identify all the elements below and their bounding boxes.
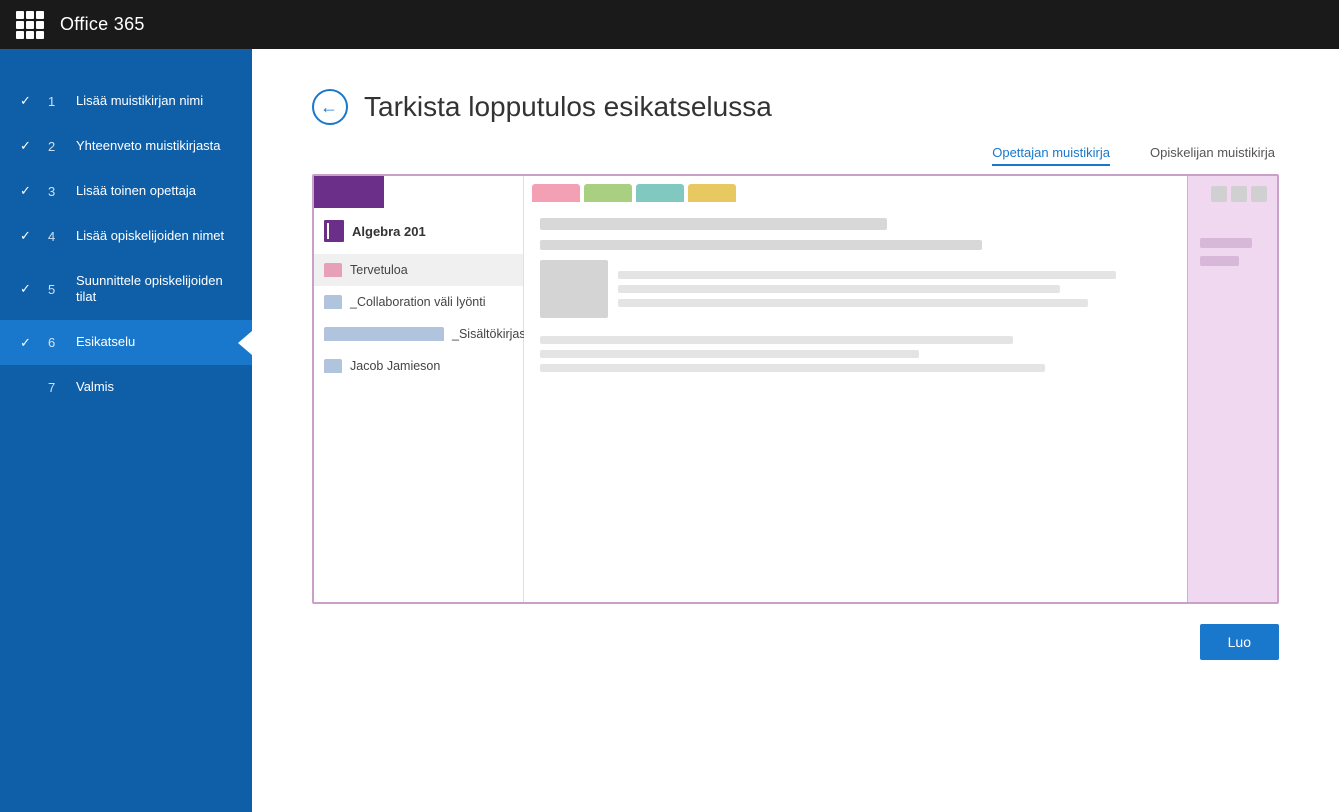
section-label-3: Jacob Jamieson — [350, 359, 440, 373]
sidebar-label-1: Lisää muistikirjan nimi — [76, 93, 203, 110]
nb-tabs-bar — [524, 176, 1187, 202]
back-arrow-icon: ← — [320, 98, 338, 116]
nb-header-purple — [314, 176, 384, 208]
nb-content-block — [540, 260, 1171, 318]
check-icon-3: ✓ — [20, 183, 38, 199]
check-icon-2: ✓ — [20, 138, 38, 154]
nb-tab-teal[interactable] — [636, 184, 684, 202]
nb-tab-pink[interactable] — [532, 184, 580, 202]
waffle-icon[interactable] — [16, 11, 44, 39]
sidebar-label-2: Yhteenveto muistikirjasta — [76, 138, 221, 155]
preview-controls — [1211, 186, 1267, 202]
nb-line-3 — [618, 299, 1088, 307]
sidebar-item-2[interactable]: ✓ 2 Yhteenveto muistikirjasta — [0, 124, 252, 169]
nb-extra-line-2 — [540, 350, 919, 358]
notebook-main — [524, 176, 1187, 602]
nb-title-row: Algebra 201 — [314, 208, 523, 254]
sidebar-label-5: Suunnittele opiskelijoiden tilat — [76, 273, 232, 307]
check-icon-4: ✓ — [20, 228, 38, 244]
sidebar-item-7[interactable]: 7 Valmis — [0, 365, 252, 410]
back-button[interactable]: ← — [312, 89, 348, 125]
nb-line-1 — [618, 271, 1116, 279]
nb-extra-line-1 — [540, 336, 1013, 344]
bottom-bar: Luo — [312, 604, 1279, 690]
section-icon-student — [324, 359, 342, 373]
nb-title-line — [540, 218, 887, 230]
student-line-1 — [1200, 238, 1252, 248]
main-layout: ✓ 1 Lisää muistikirjan nimi ✓ 2 Yhteenve… — [0, 49, 1339, 812]
nb-tab-yellow[interactable] — [688, 184, 736, 202]
sidebar-label-3: Lisää toinen opettaja — [76, 183, 196, 200]
topbar: Office 365 — [0, 0, 1339, 49]
sidebar-item-4[interactable]: ✓ 4 Lisää opiskelijoiden nimet — [0, 214, 252, 259]
tabs-row: Opettajan muistikirja Opiskelijan muisti… — [312, 145, 1279, 174]
section-icon-content — [324, 327, 444, 341]
section-label-0: Tervetuloa — [350, 263, 408, 277]
ctrl-btn-2[interactable] — [1231, 186, 1247, 202]
sidebar-label-6: Esikatselu — [76, 334, 135, 351]
check-icon-5: ✓ — [20, 281, 38, 297]
section-label-1: _Collaboration väli lyönti — [350, 295, 486, 309]
notebook-sidebar: Algebra 201 Tervetuloa _Collaboration vä… — [314, 176, 524, 602]
section-icon-collab — [324, 295, 342, 309]
content-area: ← Tarkista lopputulos esikatselussa Opet… — [252, 49, 1339, 812]
page-title: Tarkista lopputulos esikatselussa — [364, 91, 772, 123]
tab-student[interactable]: Opiskelijan muistikirja — [1150, 145, 1275, 166]
sidebar-label-4: Lisää opiskelijoiden nimet — [76, 228, 224, 245]
nb-page-content — [524, 202, 1187, 602]
nb-section-1[interactable]: _Collaboration väli lyönti — [314, 286, 523, 318]
nb-extra-lines — [540, 336, 1171, 372]
sidebar: ✓ 1 Lisää muistikirjan nimi ✓ 2 Yhteenve… — [0, 49, 252, 812]
nb-text-lines-col — [618, 260, 1171, 318]
notebook-preview: Algebra 201 Tervetuloa _Collaboration vä… — [312, 174, 1279, 604]
nb-extra-line-3 — [540, 364, 1045, 372]
tab-teacher[interactable]: Opettajan muistikirja — [992, 145, 1110, 166]
sidebar-item-3[interactable]: ✓ 3 Lisää toinen opettaja — [0, 169, 252, 214]
ctrl-btn-3[interactable] — [1251, 186, 1267, 202]
sidebar-item-1[interactable]: ✓ 1 Lisää muistikirjan nimi — [0, 79, 252, 124]
create-button[interactable]: Luo — [1200, 624, 1279, 660]
section-icon-tervetuloa — [324, 263, 342, 277]
nb-student-panel — [1187, 176, 1277, 602]
nb-section-0[interactable]: Tervetuloa — [314, 254, 523, 286]
notebook-book-icon — [324, 220, 344, 242]
nb-subtitle-line — [540, 240, 982, 250]
student-line-2 — [1200, 256, 1239, 266]
sidebar-item-5[interactable]: ✓ 5 Suunnittele opiskelijoiden tilat — [0, 259, 252, 321]
nb-line-2 — [618, 285, 1060, 293]
nb-image-placeholder — [540, 260, 608, 318]
sidebar-item-6[interactable]: ✓ 6 Esikatselu — [0, 320, 252, 365]
sidebar-label-7: Valmis — [76, 379, 114, 396]
app-title: Office 365 — [60, 14, 145, 35]
check-icon-1: ✓ — [20, 93, 38, 109]
notebook-title: Algebra 201 — [352, 224, 426, 239]
nb-tab-green[interactable] — [584, 184, 632, 202]
nb-section-3[interactable]: Jacob Jamieson — [314, 350, 523, 382]
ctrl-btn-1[interactable] — [1211, 186, 1227, 202]
nb-section-2[interactable]: _Sisältökirjasto — [314, 318, 523, 350]
check-icon-6: ✓ — [20, 335, 38, 351]
page-header: ← Tarkista lopputulos esikatselussa — [312, 49, 1279, 145]
